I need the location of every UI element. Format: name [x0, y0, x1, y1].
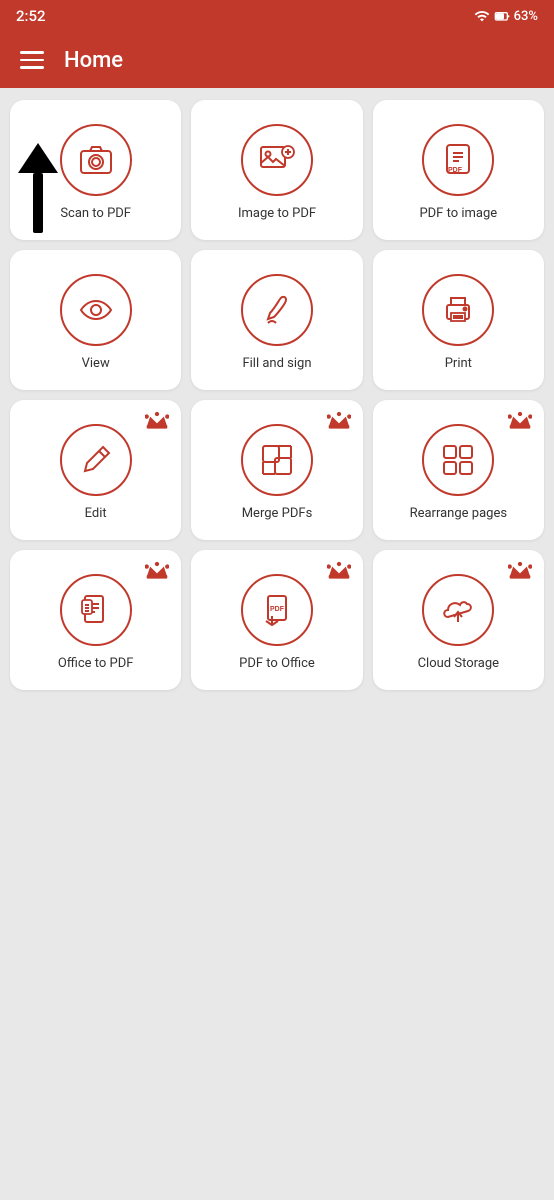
svg-text:PDF: PDF	[448, 167, 463, 174]
crown-icon	[145, 560, 169, 580]
crown-icon	[508, 560, 532, 580]
battery-icon	[494, 8, 510, 24]
rearrange-crown	[508, 410, 532, 434]
battery-percent: 63%	[514, 9, 538, 24]
eye-icon	[77, 291, 115, 329]
cloud-storage-crown	[508, 560, 532, 584]
fill-sign-icon	[258, 291, 296, 329]
top-bar: Home	[0, 32, 554, 88]
office-to-pdf-icon	[77, 591, 115, 629]
merge-crown	[327, 410, 351, 434]
signal-icon	[474, 8, 490, 24]
time: 2:52	[16, 7, 46, 25]
scan-to-pdf-label: Scan to PDF	[60, 206, 131, 223]
menu-button[interactable]	[16, 47, 48, 73]
edit-label: Edit	[85, 506, 107, 523]
pdf-to-office-label: PDF to Office	[239, 656, 315, 673]
image-to-pdf-icon	[258, 141, 296, 179]
crown-icon	[508, 410, 532, 430]
image-to-pdf-icon-circle	[241, 124, 313, 196]
pdf-to-image-icon: PDF	[439, 141, 477, 179]
merge-pdfs-label: Merge PDFs	[242, 506, 313, 523]
cloud-icon-circle	[422, 574, 494, 646]
scan-to-pdf-icon-circle	[60, 124, 132, 196]
grid-item-pdf-to-image[interactable]: PDF PDF to image	[373, 100, 544, 240]
fill-and-sign-label: Fill and sign	[242, 356, 311, 373]
grid-item-print[interactable]: Print	[373, 250, 544, 390]
view-icon-circle	[60, 274, 132, 346]
grid-item-pdf-to-office[interactable]: PDF PDF to Office	[191, 550, 362, 690]
pdf-to-office-icon: PDF	[258, 591, 296, 629]
cloud-storage-label: Cloud Storage	[418, 656, 499, 673]
grid-item-cloud-storage[interactable]: Cloud Storage	[373, 550, 544, 690]
crown-icon	[327, 410, 351, 430]
grid-item-merge-pdfs[interactable]: Merge PDFs	[191, 400, 362, 540]
grid-item-rearrange-pages[interactable]: Rearrange pages	[373, 400, 544, 540]
grid-item-office-to-pdf[interactable]: Office to PDF	[10, 550, 181, 690]
office-to-pdf-crown	[145, 560, 169, 584]
print-icon-circle	[422, 274, 494, 346]
status-bar: 2:52 63%	[0, 0, 554, 32]
print-icon	[439, 291, 477, 329]
office-to-pdf-icon-circle	[60, 574, 132, 646]
image-to-pdf-label: Image to PDF	[238, 206, 316, 223]
camera-icon	[77, 141, 115, 179]
svg-text:PDF: PDF	[270, 606, 285, 613]
edit-icon	[77, 441, 115, 479]
view-label: View	[82, 356, 110, 373]
cloud-icon	[439, 591, 477, 629]
grid-item-edit[interactable]: Edit	[10, 400, 181, 540]
merge-icon	[258, 441, 296, 479]
arrow-indicator	[14, 143, 62, 233]
rearrange-icon-circle	[422, 424, 494, 496]
status-icons: 63%	[474, 8, 538, 24]
fill-sign-icon-circle	[241, 274, 313, 346]
office-to-pdf-label: Office to PDF	[58, 656, 134, 673]
merge-icon-circle	[241, 424, 313, 496]
pdf-to-office-icon-circle: PDF	[241, 574, 313, 646]
print-label: Print	[445, 356, 472, 373]
grid-item-image-to-pdf[interactable]: Image to PDF	[191, 100, 362, 240]
pdf-to-image-label: PDF to image	[419, 206, 497, 223]
edit-icon-circle	[60, 424, 132, 496]
page-title: Home	[64, 48, 123, 73]
edit-crown	[145, 410, 169, 434]
grid-item-view[interactable]: View	[10, 250, 181, 390]
crown-icon	[145, 410, 169, 430]
grid-item-fill-and-sign[interactable]: Fill and sign	[191, 250, 362, 390]
crown-icon	[327, 560, 351, 580]
rearrange-pages-label: Rearrange pages	[410, 506, 507, 523]
pdf-to-image-icon-circle: PDF	[422, 124, 494, 196]
feature-grid: Scan to PDF Image to PDF PDF	[0, 88, 554, 702]
rearrange-icon	[439, 441, 477, 479]
pdf-to-office-crown	[327, 560, 351, 584]
